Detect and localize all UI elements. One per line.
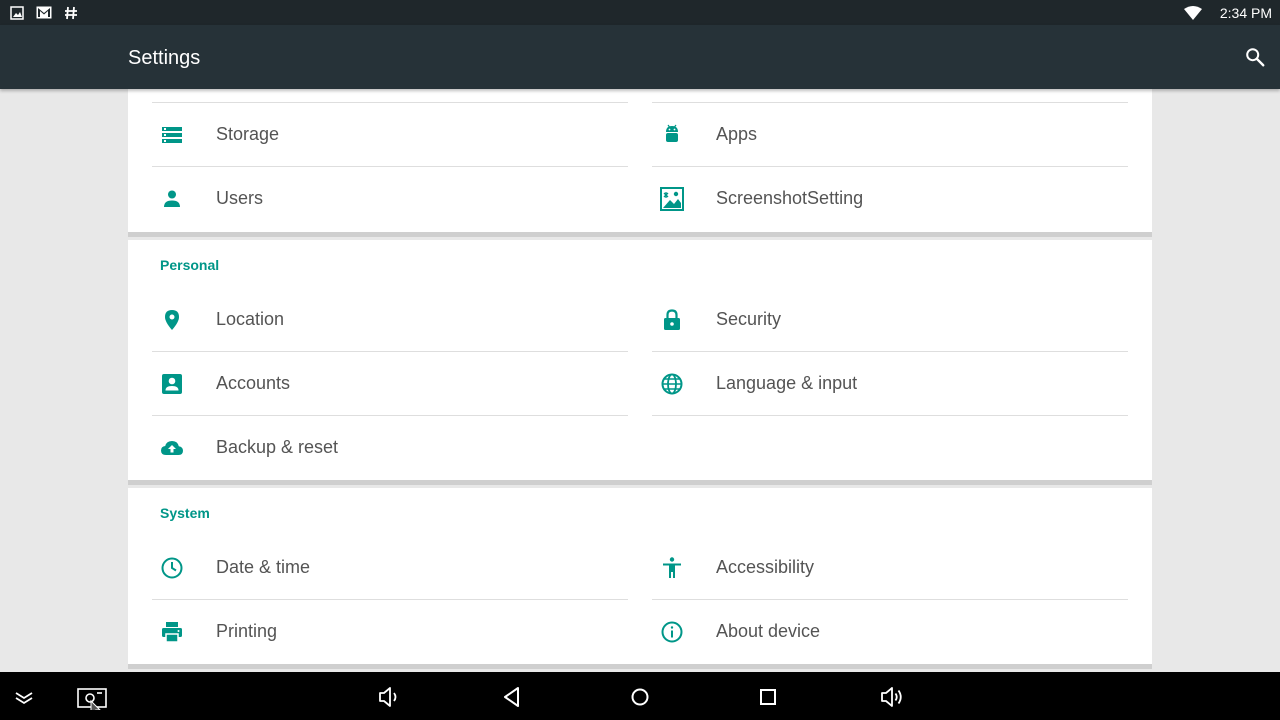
recents-icon[interactable]: [755, 684, 781, 710]
settings-item-accounts[interactable]: Accounts: [152, 352, 628, 416]
back-icon[interactable]: [499, 684, 525, 710]
hashtag-icon: [65, 6, 77, 19]
settings-item-label: Storage: [216, 124, 280, 144]
clock-time: 2:34 PM: [1219, 4, 1272, 21]
globe-icon: [661, 373, 683, 395]
device-section-card: Storage Apps Users ScreenshotSetting: [128, 89, 1152, 237]
app-bar: Settings: [0, 25, 1280, 89]
settings-item-label: Date & time: [216, 557, 311, 577]
lock-icon: [664, 309, 680, 330]
section-title-system: System: [160, 505, 210, 521]
person-icon: [164, 190, 180, 207]
settings-item-label: Location: [216, 309, 285, 329]
home-icon[interactable]: [627, 684, 653, 710]
settings-item-label: Language & input: [716, 373, 858, 393]
clock-icon: [161, 557, 183, 579]
gmail-icon: [36, 6, 52, 19]
settings-item-label: Users: [216, 188, 264, 208]
collapse-icon[interactable]: [11, 684, 37, 710]
account-box-icon: [162, 374, 182, 394]
info-icon: [661, 621, 683, 643]
location-pin-icon: [165, 310, 179, 330]
settings-item-printing[interactable]: Printing: [152, 600, 628, 664]
system-section-card: System Date & time Accessibility Printin…: [128, 488, 1152, 669]
settings-item-apps[interactable]: Apps: [652, 103, 1128, 167]
settings-item-label: Accessibility: [716, 557, 815, 577]
settings-item-label: Accounts: [216, 373, 291, 393]
settings-item-security[interactable]: Security: [652, 288, 1128, 352]
settings-item-label: Security: [716, 309, 782, 329]
settings-item-storage[interactable]: Storage: [152, 103, 628, 167]
screenshot-icon[interactable]: [77, 684, 107, 710]
settings-item-users[interactable]: Users: [152, 167, 628, 231]
settings-item-label: Apps: [716, 124, 758, 144]
navigation-bar: [0, 672, 1280, 720]
status-bar: 2:34 PM: [0, 0, 1280, 25]
settings-item-label: ScreenshotSetting: [716, 188, 864, 208]
search-icon[interactable]: [1244, 46, 1266, 68]
screenshot-image-icon: [660, 187, 684, 211]
android-icon: [666, 124, 678, 142]
printer-icon: [162, 622, 182, 643]
page-title: Settings: [128, 47, 201, 69]
volume-down-icon[interactable]: [376, 684, 402, 710]
personal-section-card: Personal Location Security Accounts Lang…: [128, 240, 1152, 485]
settings-item-date-time[interactable]: Date & time: [152, 536, 628, 600]
accessibility-icon: [663, 557, 681, 578]
section-title-personal: Personal: [160, 257, 220, 273]
settings-item-label: About device: [716, 621, 821, 641]
settings-item-location[interactable]: Location: [152, 288, 628, 352]
settings-item-label: Printing: [216, 621, 278, 641]
storage-icon: [162, 127, 182, 143]
wifi-icon: [1183, 5, 1202, 20]
cloud-upload-icon: [161, 441, 183, 455]
gallery-icon: [10, 5, 24, 20]
settings-item-about-device[interactable]: About device: [652, 600, 1128, 664]
settings-item-label: Backup & reset: [216, 437, 339, 457]
volume-up-icon[interactable]: [879, 684, 905, 710]
settings-item-screenshot-setting[interactable]: ScreenshotSetting: [652, 167, 1128, 231]
settings-item-backup-reset[interactable]: Backup & reset: [152, 416, 628, 480]
settings-item-language-input[interactable]: Language & input: [652, 352, 1128, 416]
settings-item-accessibility[interactable]: Accessibility: [652, 536, 1128, 600]
